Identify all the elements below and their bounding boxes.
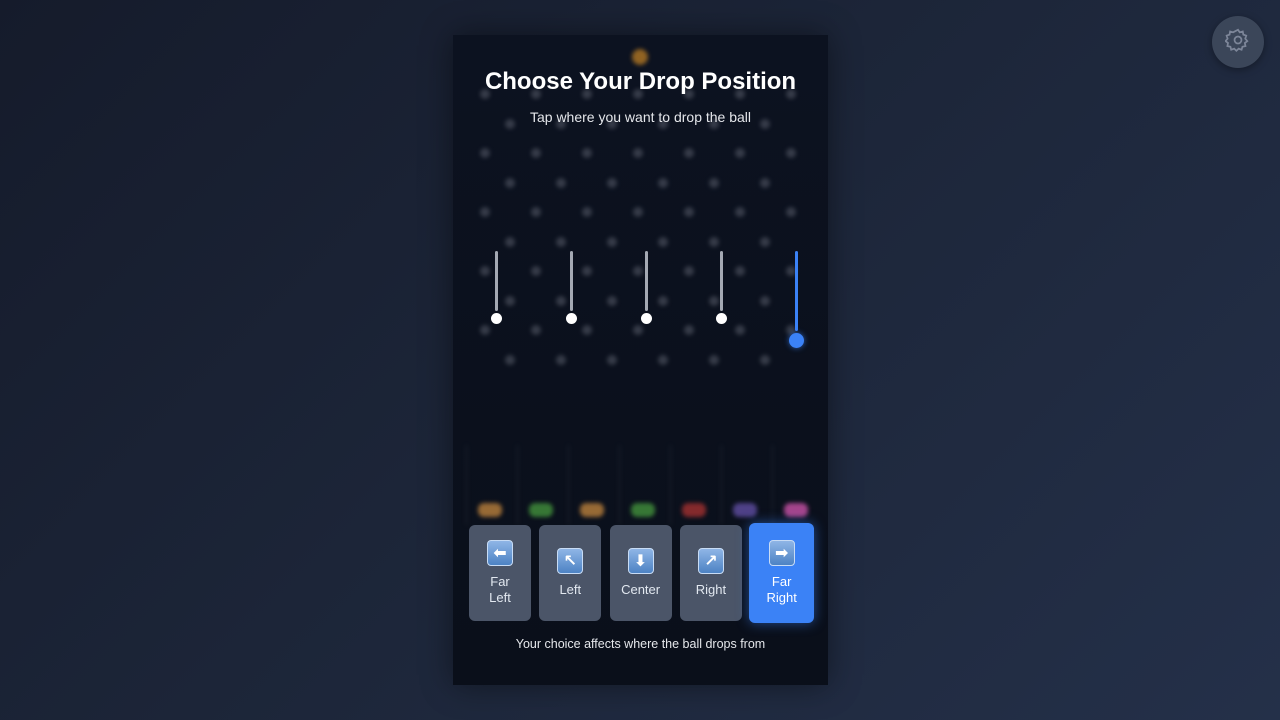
peg [760, 295, 770, 306]
peg [480, 266, 490, 276]
peg [633, 207, 643, 217]
drop-option-label: Right [695, 582, 727, 597]
peg [786, 148, 796, 158]
gear-icon [1224, 27, 1251, 58]
peg [607, 177, 617, 188]
indicator-dot [491, 313, 502, 324]
peg [709, 295, 719, 306]
drop-option-label: Far Right [766, 574, 797, 605]
drop-option-button[interactable]: ↖ Left [539, 525, 602, 621]
peg [531, 325, 541, 335]
prize-slot [517, 445, 564, 525]
peg [658, 177, 668, 188]
drop-option-label: Left [559, 582, 582, 597]
peg [607, 236, 617, 247]
peg [505, 236, 515, 247]
indicator-dot [641, 313, 652, 324]
prize-icon [682, 503, 706, 517]
peg [684, 325, 694, 335]
arrow-right-icon: ➡ [768, 540, 795, 566]
peg [760, 354, 770, 365]
indicator-line [495, 251, 498, 311]
prize-icon [784, 503, 808, 517]
arrow-up-left-icon: ↖ [557, 548, 584, 574]
indicator-dot [789, 333, 804, 348]
peg [582, 207, 592, 217]
indicator-line [570, 251, 573, 311]
peg [531, 207, 541, 217]
page-title: Choose Your Drop Position [484, 68, 797, 95]
peg [556, 236, 566, 247]
peg [531, 266, 541, 276]
indicator-line [645, 251, 648, 311]
peg [735, 266, 745, 276]
drop-option-button[interactable]: ⬅ Far Left [469, 525, 531, 621]
peg [480, 325, 490, 335]
peg [684, 148, 694, 158]
peg [633, 266, 643, 276]
peg [505, 354, 515, 365]
drop-option-label: Center [621, 582, 661, 597]
peg [556, 177, 566, 188]
prize-slot [619, 445, 666, 525]
arrow-up-right-icon: ↗ [697, 548, 724, 574]
peg [531, 148, 541, 158]
peg [607, 354, 617, 365]
drop-option-label: Far Left [489, 574, 511, 605]
peg [735, 207, 745, 217]
peg [480, 207, 490, 217]
drop-option-button[interactable]: ➡ Far Right [749, 523, 815, 623]
peg [709, 177, 719, 188]
peg [760, 236, 770, 247]
peg [607, 295, 617, 306]
peg [480, 148, 490, 158]
indicator-dot [716, 313, 727, 324]
drop-option-button[interactable]: ↗ Right [679, 525, 742, 621]
indicator-line [720, 251, 723, 311]
page-subtitle: Tap where you want to drop the ball [529, 109, 752, 125]
indicator-dot [566, 313, 577, 324]
footer-note: Your choice affects where the ball drops… [515, 637, 766, 651]
indicator-line [795, 251, 798, 331]
arrow-down-icon: ⬇ [627, 548, 654, 574]
peg [505, 295, 515, 306]
peg [684, 266, 694, 276]
prize-slot [466, 445, 513, 525]
peg [684, 207, 694, 217]
peg [658, 236, 668, 247]
peg [658, 295, 668, 306]
peg [582, 148, 592, 158]
prize-slot [772, 445, 819, 525]
arrow-left-icon: ⬅ [487, 540, 513, 566]
peg [633, 325, 643, 335]
prize-slot [670, 445, 717, 525]
prize-icon [733, 503, 757, 517]
game-panel: Choose Your Drop Position Tap where you … [453, 35, 828, 685]
peg [735, 148, 745, 158]
peg [556, 354, 566, 365]
peg [505, 177, 515, 188]
prize-icon [580, 503, 604, 517]
settings-button[interactable] [1212, 16, 1264, 68]
peg [709, 354, 719, 365]
peg [582, 266, 592, 276]
prize-icon [478, 503, 502, 517]
peg [709, 236, 719, 247]
peg [633, 148, 643, 158]
peg [760, 177, 770, 188]
prize-slot [568, 445, 615, 525]
peg [658, 354, 668, 365]
prize-icon [529, 503, 553, 517]
prize-slot [721, 445, 768, 525]
prize-icon [631, 503, 655, 517]
peg [582, 325, 592, 335]
ball [632, 49, 648, 65]
peg [735, 325, 745, 335]
drop-option-button[interactable]: ⬇ Center [609, 525, 672, 621]
peg [786, 207, 796, 217]
peg [556, 295, 566, 306]
